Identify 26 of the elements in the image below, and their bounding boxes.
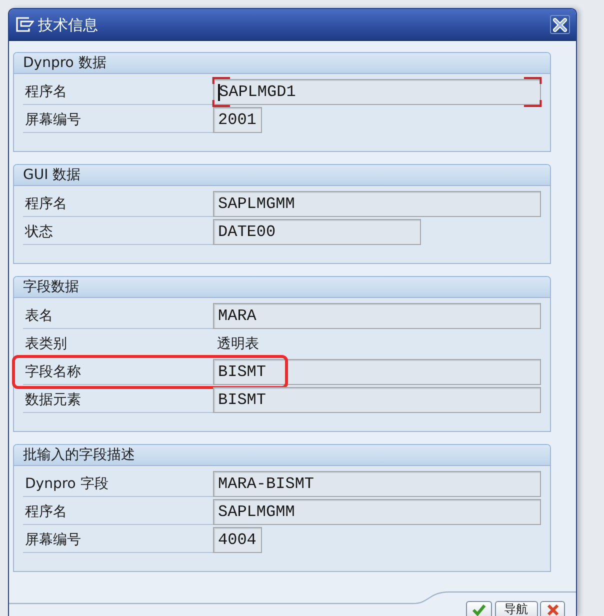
cross-icon bbox=[546, 604, 558, 616]
field-label: 程序名 bbox=[23, 79, 213, 105]
field-value: 透明表 bbox=[216, 335, 259, 354]
input-field[interactable]: SAPLMGMM bbox=[213, 499, 541, 525]
navigation-button[interactable]: 导航 bbox=[494, 601, 538, 616]
group-title: 批输入的字段描述 bbox=[14, 445, 550, 466]
input-field[interactable]: 4004 bbox=[213, 527, 262, 553]
checkmark-icon bbox=[472, 604, 486, 616]
input-field[interactable]: MARA-BISMT bbox=[213, 471, 541, 497]
cancel-button[interactable] bbox=[540, 601, 565, 616]
check-button[interactable] bbox=[466, 601, 492, 616]
input-field[interactable]: SAPLMGD1 bbox=[213, 79, 541, 105]
group-title: GUI 数据 bbox=[14, 165, 550, 186]
window-title: 技术信息 bbox=[38, 16, 99, 34]
group-title: Dynpro 数据 bbox=[14, 53, 550, 74]
close-icon bbox=[553, 18, 567, 32]
input-field[interactable]: MARA bbox=[213, 303, 541, 329]
input-field[interactable]: BISMT bbox=[213, 359, 541, 385]
group-title: 字段数据 bbox=[14, 277, 550, 298]
input-field[interactable]: SAPLMGMM bbox=[213, 191, 541, 217]
input-field[interactable]: DATE00 bbox=[213, 219, 421, 245]
box-arrow-icon bbox=[16, 17, 34, 32]
close-button[interactable] bbox=[550, 15, 570, 34]
field-label: 表类别 bbox=[23, 331, 213, 357]
input-field[interactable]: 2001 bbox=[213, 107, 262, 133]
input-field[interactable]: BISMT bbox=[213, 387, 541, 413]
